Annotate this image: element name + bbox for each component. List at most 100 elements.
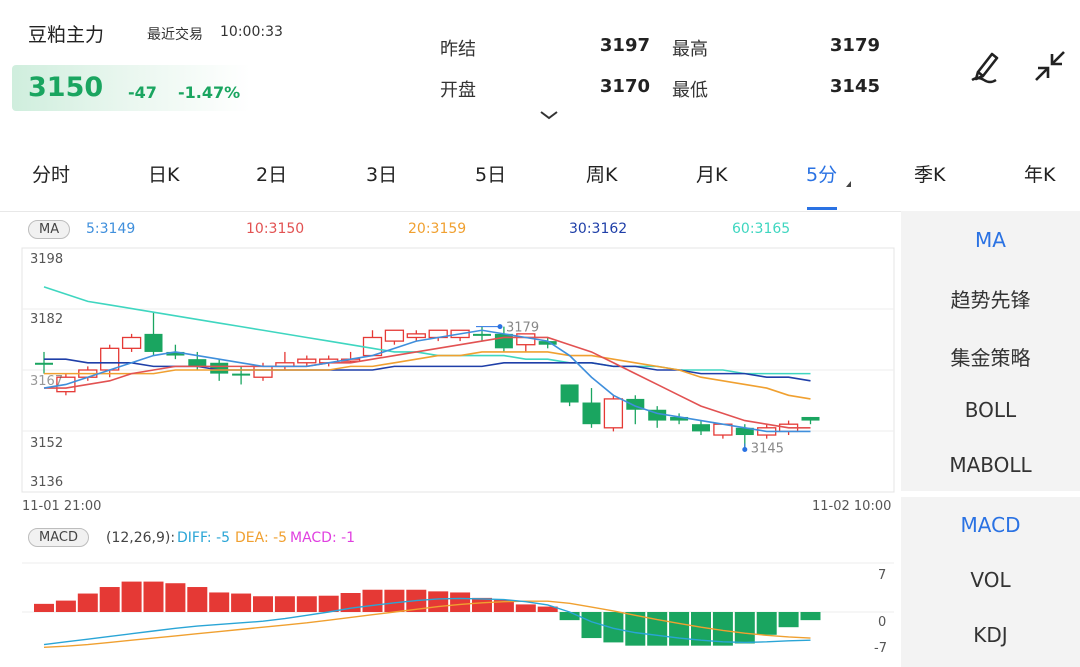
tab-3day[interactable]: 3日 xyxy=(366,160,397,187)
macd-bar xyxy=(603,612,624,643)
candle-body-down xyxy=(144,333,163,352)
candle xyxy=(603,395,624,432)
candle xyxy=(384,329,405,345)
tab-monthly-k[interactable]: 月K xyxy=(696,160,727,187)
macd-bar xyxy=(274,596,295,612)
side-item-ma[interactable]: MA xyxy=(901,228,1080,252)
candle xyxy=(362,330,383,357)
macd-bar xyxy=(253,596,273,612)
tab-quarterly-k[interactable]: 季K xyxy=(914,160,945,187)
candle-body-up xyxy=(603,398,624,429)
macd-bar xyxy=(559,612,580,621)
side-item-trend-pioneer[interactable]: 趋势先锋 xyxy=(901,284,1080,313)
tab-5day[interactable]: 5日 xyxy=(475,160,506,187)
macd-params: (12,26,9): xyxy=(106,530,176,546)
ma5-value: 5:3149 xyxy=(86,221,136,237)
candle xyxy=(232,366,251,385)
macd-bar xyxy=(121,581,142,612)
recent-trade-label: 最近交易 xyxy=(147,27,203,43)
candle-body-down xyxy=(473,333,491,336)
candle-body-up xyxy=(384,329,405,342)
last-price: 3150 xyxy=(28,72,104,103)
candle-body-down xyxy=(582,402,601,425)
tab-5min[interactable]: 5分 xyxy=(806,160,837,187)
macd-bar xyxy=(778,612,799,628)
candle xyxy=(275,351,295,370)
side-item-maboll[interactable]: MABOLL xyxy=(901,453,1080,477)
macd-bar xyxy=(384,589,405,612)
tab-2day[interactable]: 2日 xyxy=(256,160,287,187)
macd-chart[interactable] xyxy=(0,555,900,667)
macd-bar xyxy=(428,591,449,612)
candle-body-down xyxy=(560,384,579,403)
candle-body-down xyxy=(35,362,53,365)
macd-bar xyxy=(756,612,777,635)
side-item-capital-strategy[interactable]: 集金策略 xyxy=(901,342,1080,371)
stat-value-high: 3179 xyxy=(829,35,880,56)
candle xyxy=(121,333,142,352)
side-item-boll[interactable]: BOLL xyxy=(901,398,1080,422)
macd-indicator-pill[interactable]: MACD xyxy=(28,528,89,547)
macd-bar xyxy=(99,587,120,612)
macd-bar xyxy=(318,595,339,612)
price-tick-3152: 3152 xyxy=(30,436,64,451)
high-annotation: 3179 xyxy=(506,321,539,336)
macd-bar xyxy=(362,589,383,612)
macd-bar xyxy=(209,592,230,612)
low-annotation: 3145 xyxy=(751,441,784,456)
macd-bar xyxy=(231,593,252,612)
chevron-down-icon[interactable] xyxy=(538,108,560,122)
macd-tick-neg7: -7 xyxy=(874,641,887,656)
macd-bar xyxy=(472,597,492,612)
candle-body-up xyxy=(100,347,120,371)
tab-daily-k[interactable]: 日K xyxy=(148,160,179,187)
macd-bar xyxy=(450,592,471,612)
stat-value-low: 3145 xyxy=(829,76,880,97)
candle xyxy=(648,406,667,428)
collapse-arrows-icon[interactable] xyxy=(1028,44,1072,88)
macd-bar xyxy=(515,604,536,612)
side-item-vol[interactable]: VOL xyxy=(901,568,1080,592)
time-axis-start: 11-01 21:00 xyxy=(22,499,102,514)
ma30-value: 30:3162 xyxy=(569,221,628,237)
ma-indicator-pill[interactable]: MA xyxy=(28,220,71,239)
candle xyxy=(144,312,163,356)
price-change-percent: -1.47% xyxy=(178,83,241,102)
candle-body-down xyxy=(801,416,820,421)
macd-bar xyxy=(296,596,317,612)
candle xyxy=(582,388,601,428)
stat-label-high: 最高 xyxy=(672,39,708,60)
macd-dea-value: DEA: -5 xyxy=(235,530,288,546)
pen-draw-icon[interactable] xyxy=(964,44,1008,88)
stat-label-prev-settle: 昨结 xyxy=(440,39,476,60)
macd-tick-0: 0 xyxy=(878,615,887,630)
candle xyxy=(713,423,733,439)
candle xyxy=(473,326,491,342)
side-item-macd[interactable]: MACD xyxy=(901,513,1080,537)
tab-weekly-k[interactable]: 周K xyxy=(586,160,617,187)
side-item-kdj[interactable]: KDJ xyxy=(901,623,1080,647)
tab-intraday[interactable]: 分时 xyxy=(32,160,70,187)
candle-body-up xyxy=(253,365,273,378)
price-tick-3136: 3136 xyxy=(30,475,64,490)
ma20-line xyxy=(44,351,811,400)
candle-body-up xyxy=(121,336,142,349)
candlestick-chart[interactable]: 3179 3145 xyxy=(0,240,900,520)
recent-trade-time: 10:00:33 xyxy=(220,24,283,40)
tab-yearly-k[interactable]: 年K xyxy=(1024,160,1055,187)
candle-body-down xyxy=(692,424,710,432)
tab-dropdown-indicator[interactable] xyxy=(846,181,851,187)
candle xyxy=(801,416,820,425)
candle-body-down xyxy=(494,333,513,349)
stat-label-open: 开盘 xyxy=(440,80,476,101)
macd-bar xyxy=(734,612,755,644)
time-axis-end: 11-02 10:00 xyxy=(812,499,892,514)
macd-bar xyxy=(143,581,164,612)
price-tick-3198: 3198 xyxy=(30,252,64,267)
low-marker-dot xyxy=(742,446,748,452)
macd-bar xyxy=(77,593,98,612)
high-marker-dot xyxy=(497,324,503,330)
price-tick-3167: 3167 xyxy=(30,374,64,389)
ma10-value: 10:3150 xyxy=(246,221,305,237)
quote-screen: 豆粕主力 最近交易 10:00:33 3150 -47 -1.47% 昨结 31… xyxy=(0,0,1080,667)
